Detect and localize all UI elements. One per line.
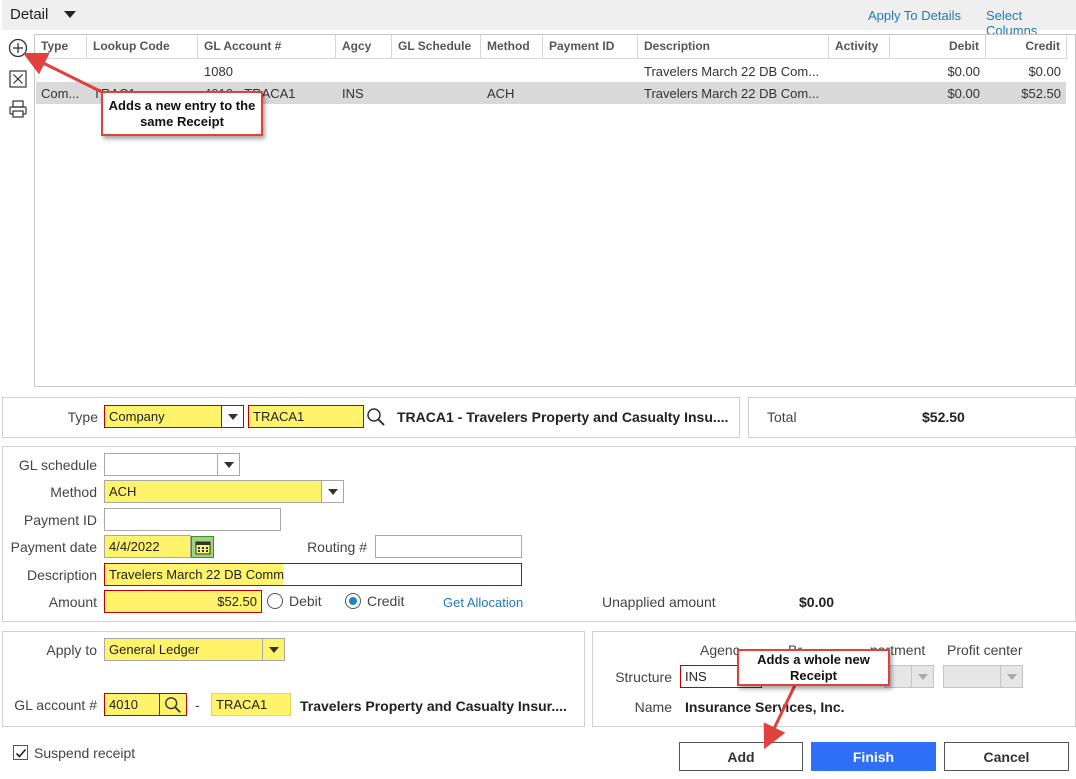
finish-button[interactable]: Finish <box>811 742 936 771</box>
table-cell-debit[interactable]: $0.00 <box>890 62 986 82</box>
profit-center-column-label: Profit center <box>947 642 1023 658</box>
table-cell-agcy[interactable]: INS <box>336 84 392 104</box>
table-cell-debit[interactable]: $0.00 <box>890 84 986 104</box>
description-field[interactable]: Travelers March 22 DB Comm <box>104 563 522 586</box>
credit-radio[interactable] <box>345 593 361 609</box>
credit-label[interactable]: Credit <box>367 593 404 609</box>
unapplied-amount-label: Unapplied amount <box>602 594 716 610</box>
structure-label: Structure <box>615 669 672 685</box>
apply-to-select[interactable]: General Ledger <box>104 638 263 661</box>
chevron-down-icon <box>1000 665 1023 688</box>
structure-profit-center-field <box>943 665 1001 688</box>
callout-new-receipt: Adds a whole new Receipt <box>737 649 890 686</box>
suspend-receipt-label[interactable]: Suspend receipt <box>34 745 135 761</box>
calendar-icon[interactable] <box>191 536 214 558</box>
table-cell-gl-account[interactable]: 1080 <box>198 62 336 82</box>
suspend-receipt-checkbox[interactable] <box>13 745 28 760</box>
gl-schedule-label: GL schedule <box>18 457 97 473</box>
add-button[interactable]: Add <box>679 742 803 771</box>
chevron-down-icon[interactable] <box>217 453 240 476</box>
agency-column-label: Agenc <box>700 642 740 658</box>
debit-label[interactable]: Debit <box>289 593 322 609</box>
payment-date-label: Payment date <box>10 539 97 555</box>
gl-sub-account-field[interactable]: TRACA1 <box>211 693 291 716</box>
type-label: Type <box>67 409 98 425</box>
table-cell-method[interactable]: ACH <box>481 84 543 104</box>
apply-to-label: Apply to <box>46 642 97 658</box>
gl-account-separator: - <box>195 697 200 713</box>
name-label: Name <box>634 699 672 715</box>
debit-radio[interactable] <box>267 593 283 609</box>
get-allocation-link[interactable]: Get Allocation <box>443 595 523 610</box>
payment-id-label: Payment ID <box>23 512 97 528</box>
table-cell-credit[interactable]: $0.00 <box>986 62 1067 82</box>
cancel-button[interactable]: Cancel <box>944 742 1069 771</box>
search-icon[interactable] <box>160 693 187 716</box>
chevron-down-icon[interactable] <box>221 405 244 428</box>
table-cell-type[interactable]: Com... <box>35 84 87 104</box>
routing-label: Routing # <box>307 539 367 555</box>
printer-icon[interactable] <box>8 99 28 119</box>
routing-field[interactable] <box>375 535 522 558</box>
plus-circle-icon[interactable] <box>8 38 28 58</box>
gl-account-name: Travelers Property and Casualty Insur...… <box>300 698 567 714</box>
payment-id-field[interactable] <box>104 508 281 531</box>
description-label: Description <box>26 567 97 583</box>
col-header-gl-account[interactable]: GL Account # <box>198 35 336 59</box>
table-cell-credit[interactable]: $52.50 <box>986 84 1067 104</box>
gl-schedule-select[interactable] <box>104 453 218 476</box>
chevron-down-icon[interactable] <box>64 11 76 18</box>
col-header-activity[interactable]: Activity <box>829 35 890 59</box>
company-code-field[interactable]: TRACA1 <box>248 405 364 428</box>
gl-account-label: GL account # <box>14 697 97 713</box>
col-header-credit[interactable]: Credit <box>986 35 1067 59</box>
payment-date-field[interactable]: 4/4/2022 <box>104 535 191 558</box>
apply-to-details-link[interactable]: Apply To Details <box>868 8 961 23</box>
col-header-lookup-code[interactable]: Lookup Code <box>87 35 198 59</box>
search-icon[interactable] <box>366 407 386 427</box>
amount-field[interactable]: $52.50 <box>104 590 262 613</box>
col-header-method[interactable]: Method <box>481 35 543 59</box>
chevron-down-icon[interactable] <box>321 480 344 503</box>
close-box-icon[interactable] <box>8 69 28 89</box>
method-label: Method <box>50 484 97 500</box>
col-header-agcy[interactable]: Agcy <box>336 35 392 59</box>
col-header-gl-schedule[interactable]: GL Schedule <box>392 35 481 59</box>
structure-name-value: Insurance Services, Inc. <box>685 699 845 715</box>
table-cell-description[interactable]: Travelers March 22 DB Com... <box>638 84 829 104</box>
col-header-payment-id[interactable]: Payment ID <box>543 35 638 59</box>
method-select[interactable]: ACH <box>104 480 322 503</box>
chevron-down-icon <box>911 665 934 688</box>
detail-grid: Type Lookup Code GL Account # Agcy GL Sc… <box>34 34 1076 387</box>
total-label: Total <box>767 409 797 425</box>
callout-new-entry: Adds a new entry to the same Receipt <box>101 91 263 136</box>
gl-account-field[interactable]: 4010 <box>104 693 160 716</box>
col-header-type[interactable]: Type <box>35 35 87 59</box>
chevron-down-icon[interactable] <box>262 638 285 661</box>
total-value: $52.50 <box>922 409 965 425</box>
detail-title[interactable]: Detail <box>10 6 48 23</box>
table-cell-description[interactable]: Travelers March 22 DB Com... <box>638 62 829 82</box>
total-panel <box>748 397 1076 438</box>
col-header-debit[interactable]: Debit <box>890 35 986 59</box>
amount-label: Amount <box>48 594 97 610</box>
type-select[interactable]: Company <box>104 405 222 428</box>
col-header-description[interactable]: Description <box>638 35 829 59</box>
unapplied-amount-value: $0.00 <box>799 594 835 610</box>
company-name: TRACA1 - Travelers Property and Casualty… <box>397 409 729 425</box>
